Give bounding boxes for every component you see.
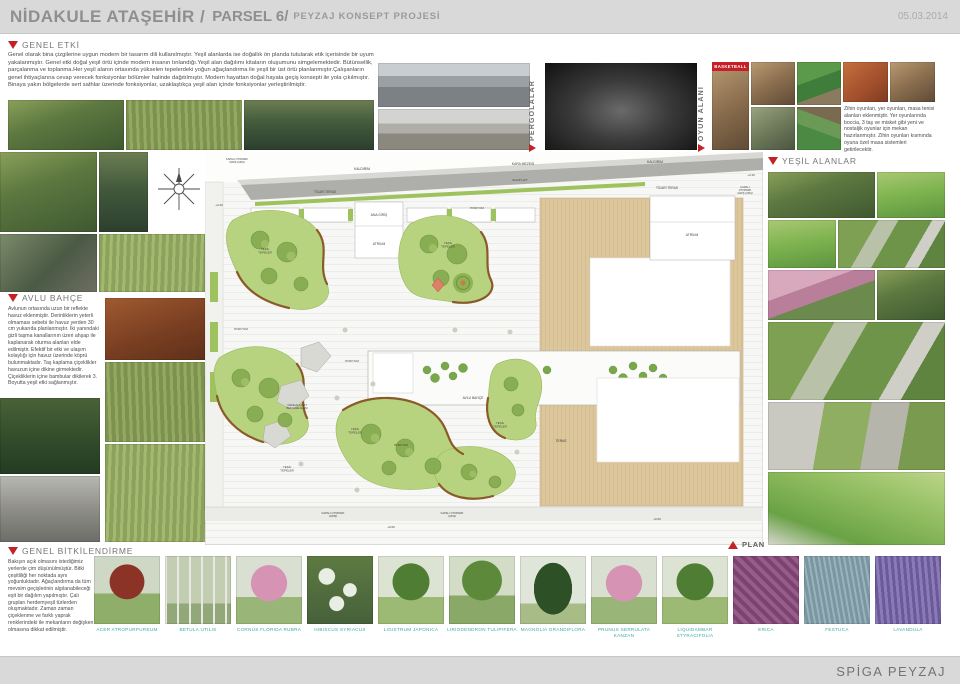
plant-label: LIRIODENDRON TULIPIFERA — [447, 627, 517, 633]
plant-photo — [875, 556, 941, 624]
plant-photo — [94, 556, 160, 624]
plant-card: ACER ATROPURPUREUM — [92, 556, 162, 633]
plant-label: ACER ATROPURPUREUM — [92, 627, 162, 633]
plant-label: CORNUS FLORIDA RUBRA — [234, 627, 304, 633]
plant-card: LIQUIDAMBAR STYRACIFOLIA — [660, 556, 730, 638]
presentation-board: NİDAKULE ATAŞEHİR / PARSEL 6/ PEYZAJ KON… — [0, 0, 960, 684]
basketball-banner: BASKETBALL — [712, 62, 749, 71]
plant-card: LIRIODENDRON TULIPIFERA — [447, 556, 517, 633]
firm-name: SPİGA PEYZAJ — [836, 664, 946, 679]
plant-photo — [165, 556, 231, 624]
plant-photo — [662, 556, 728, 624]
plant-photo — [449, 556, 515, 624]
plant-label: HIBISCUS SYRIACUS — [305, 627, 375, 633]
plant-card: FESTUCA — [802, 556, 872, 633]
plant-label: PRUNUS SERRULATA KANZAN — [589, 627, 659, 638]
plant-card: LAVANDULA — [873, 556, 943, 633]
plant-label: FESTUCA — [802, 627, 872, 633]
plant-card: HIBISCUS SYRIACUS — [305, 556, 375, 633]
plant-card: BETULA UTILIS — [163, 556, 233, 633]
plant-photo — [307, 556, 373, 624]
plant-label: MAGNOLIA GRANDIFLORA — [518, 627, 588, 633]
plant-card: MAGNOLIA GRANDIFLORA — [518, 556, 588, 633]
plant-photo — [733, 556, 799, 624]
footer-bar: SPİGA PEYZAJ — [0, 656, 960, 684]
plant-photo — [378, 556, 444, 624]
plant-photo — [804, 556, 870, 624]
plant-label: LIGISTRUM JAPONICA — [376, 627, 446, 633]
plant-label: ERICA — [731, 627, 801, 633]
plant-label: LIQUIDAMBAR STYRACIFOLIA — [660, 627, 730, 638]
plant-photo — [520, 556, 586, 624]
plant-photo — [236, 556, 302, 624]
plant-card: ERICA — [731, 556, 801, 633]
plant-label: LAVANDULA — [873, 627, 943, 633]
plant-card: LIGISTRUM JAPONICA — [376, 556, 446, 633]
plant-photo — [591, 556, 657, 624]
plant-palette: ACER ATROPURPUREUMBETULA UTILISCORNUS FL… — [0, 0, 960, 684]
plant-card: PRUNUS SERRULATA KANZAN — [589, 556, 659, 638]
plant-card: CORNUS FLORIDA RUBRA — [234, 556, 304, 633]
plant-label: BETULA UTILIS — [163, 627, 233, 633]
